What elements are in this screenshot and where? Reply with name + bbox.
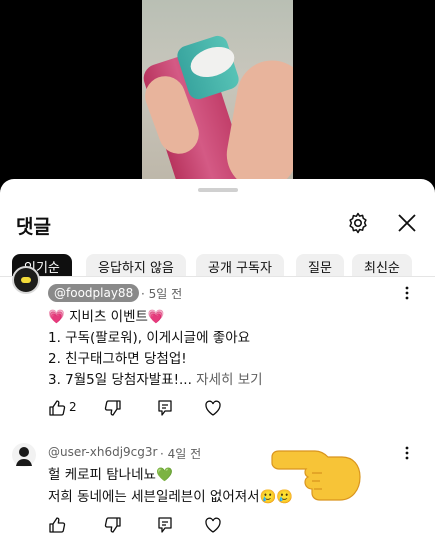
chip-unanswered[interactable]: 응답하지 않음 <box>86 254 186 276</box>
chip-public-subscribers[interactable]: 공개 구독자 <box>196 254 284 276</box>
reply-icon[interactable] <box>156 399 174 417</box>
comment-author[interactable]: @user-xh6dj9cg3r <box>48 445 157 459</box>
more-vertical-icon[interactable] <box>404 285 410 301</box>
thumb-up-icon[interactable] <box>48 399 66 417</box>
gear-icon[interactable] <box>346 211 370 235</box>
more-vertical-icon[interactable] <box>404 445 410 461</box>
chip-questions[interactable]: 질문 <box>296 254 344 276</box>
comment-line: 저희 동네에는 세븐일레븐이 없어져서🥲🥲 <box>48 489 294 505</box>
filter-chips: 인기순 응답하지 않음 공개 구독자 질문 최신순 <box>12 254 432 276</box>
video-player[interactable] <box>0 0 435 190</box>
reply-icon[interactable] <box>156 516 174 534</box>
video-frame <box>142 0 293 190</box>
comment-time: · 5일 전 <box>141 287 183 301</box>
avatar[interactable] <box>12 266 40 294</box>
heart-icon[interactable] <box>204 516 222 534</box>
comment-author[interactable]: @foodplay88 <box>48 284 140 302</box>
comment-line: 2. 친구태그하면 당첨업! <box>48 351 187 367</box>
comment-line: 헐 케로피 탐나네뇨💚 <box>48 467 173 483</box>
sheet-title: 댓글 <box>16 216 51 238</box>
thumb-up-icon[interactable] <box>48 516 66 534</box>
comments-sheet: 댓글 인기순 응답하지 않음 공개 구독자 질문 최신순 @foodplay88… <box>0 179 435 560</box>
comment-actions <box>48 516 248 536</box>
divider <box>0 276 435 277</box>
comment-actions: 2 <box>48 399 248 419</box>
pointing-hand-icon <box>271 450 361 501</box>
avatar-mark <box>21 277 31 283</box>
thumb-down-icon[interactable] <box>104 399 122 417</box>
thumb-down-icon[interactable] <box>104 516 122 534</box>
drag-handle[interactable] <box>198 188 238 192</box>
comment-line: 3. 7월5일 당첨자발표!... 자세히 보기 <box>48 368 263 388</box>
heart-icon[interactable] <box>204 399 222 417</box>
like-count: 2 <box>69 400 77 414</box>
comment-line: 💗 지비츠 이벤트💗 <box>48 309 165 325</box>
close-icon[interactable] <box>395 211 419 235</box>
avatar[interactable] <box>12 443 36 467</box>
comment-time: · 4일 전 <box>160 447 202 461</box>
comment-line-text: 3. 7월5일 당첨자발표!... <box>48 372 192 388</box>
read-more-link[interactable]: 자세히 보기 <box>196 372 262 388</box>
avatar-figure-icon <box>16 447 32 466</box>
comment-line: 1. 구독(팔로워), 이게시글에 좋아요 <box>48 330 251 346</box>
chip-newest[interactable]: 최신순 <box>352 254 412 276</box>
